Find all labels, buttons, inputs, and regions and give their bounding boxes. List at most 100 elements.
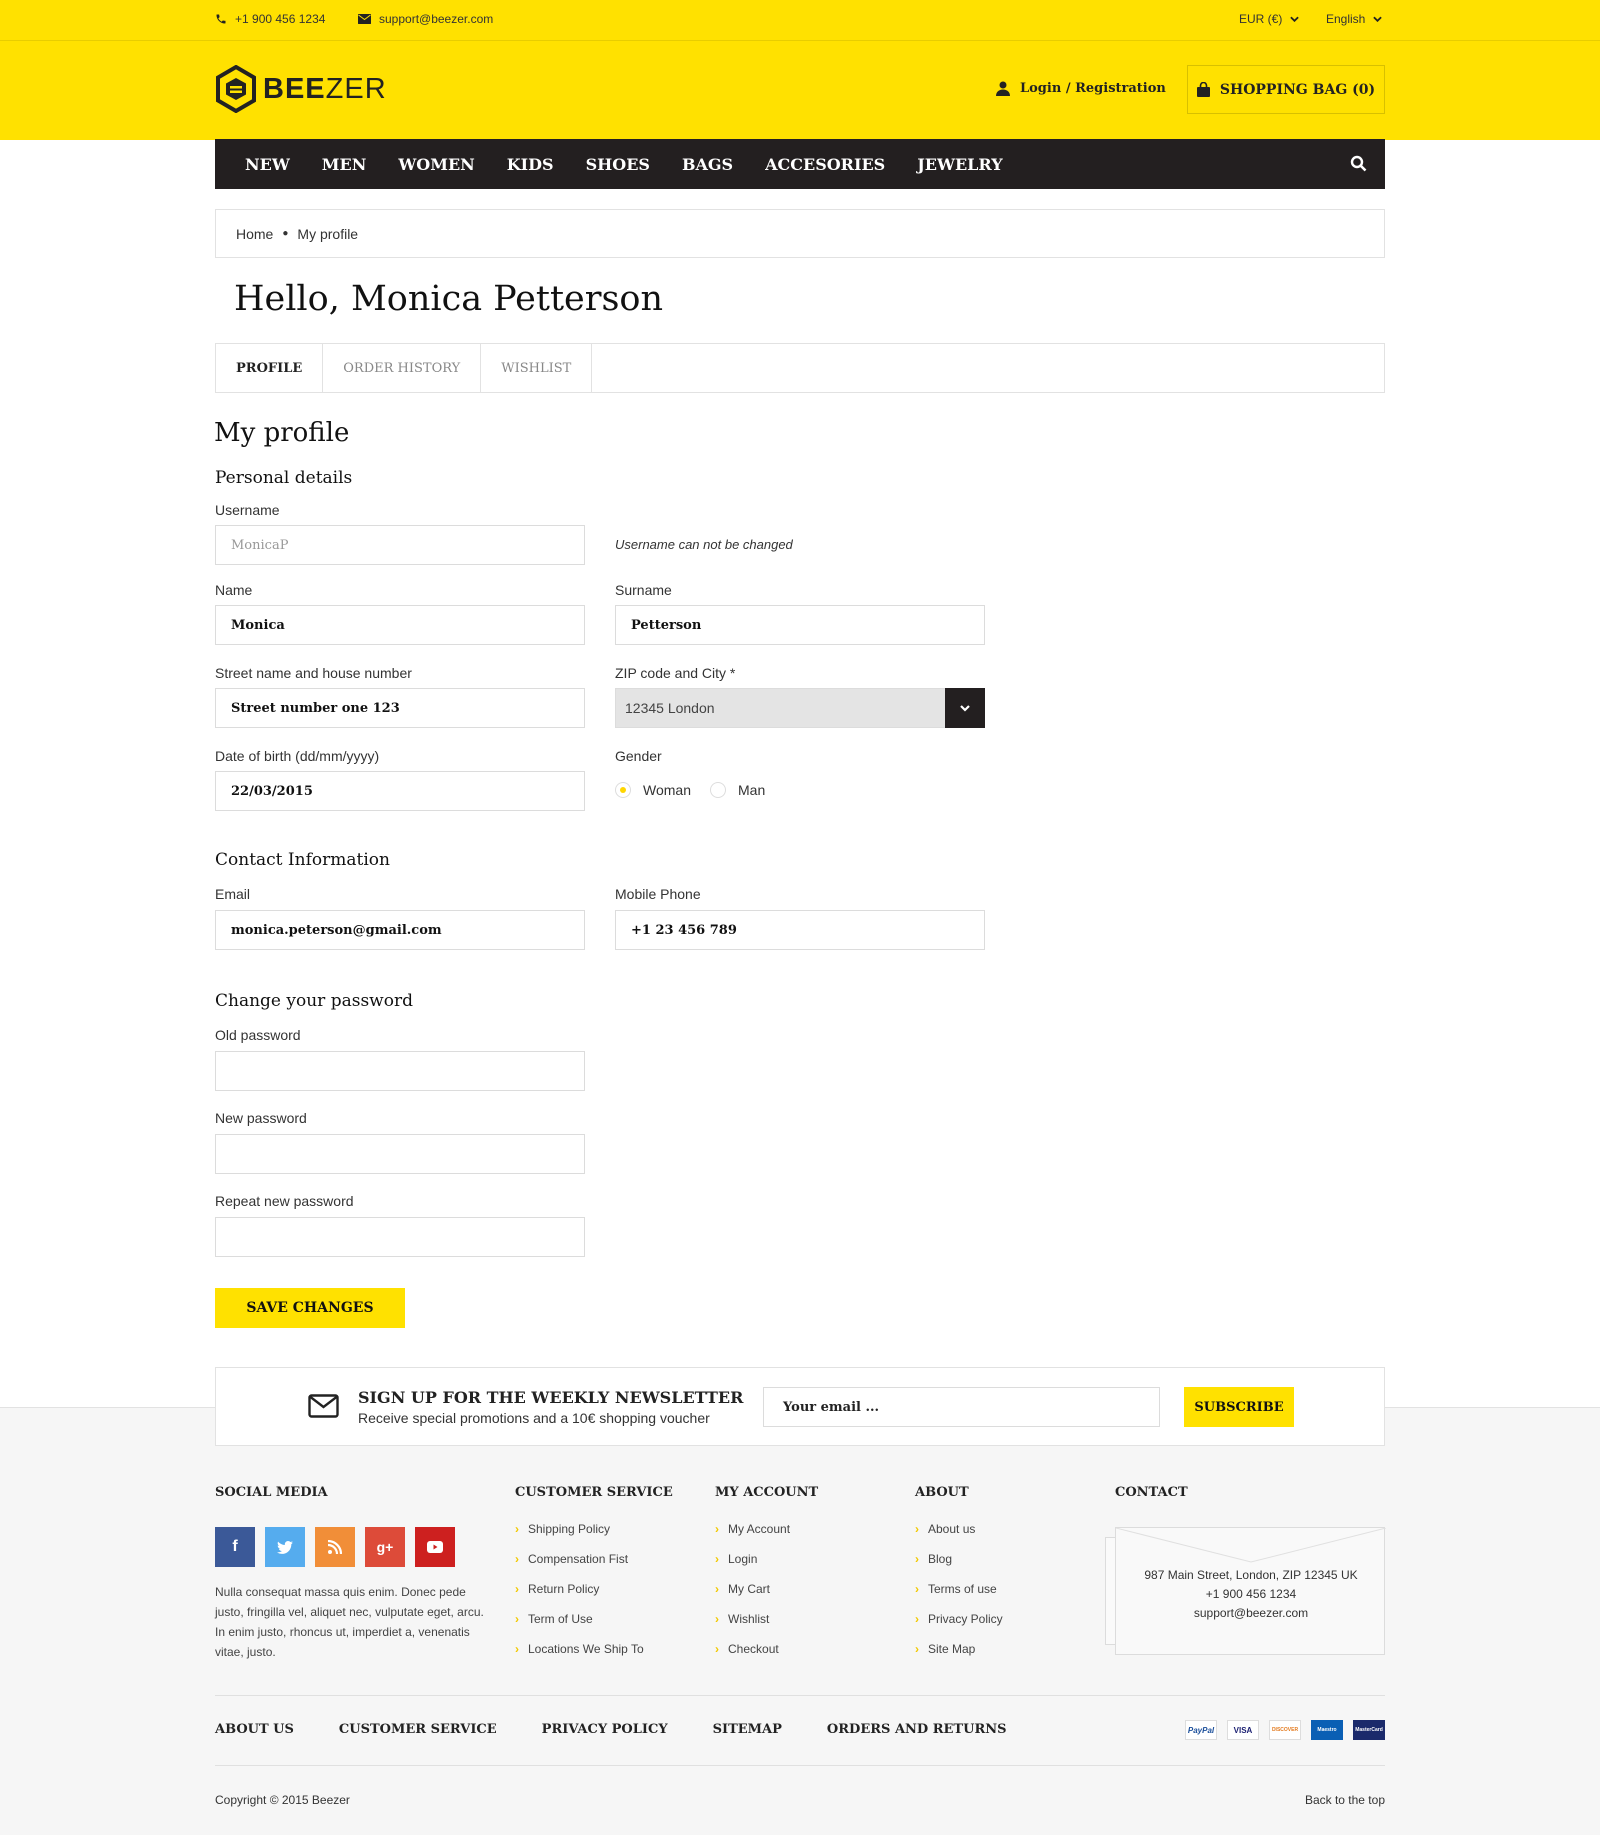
rss-icon[interactable] <box>315 1527 355 1567</box>
subscribe-button[interactable]: SUBSCRIBE <box>1184 1387 1294 1427</box>
name-field[interactable]: Monica <box>215 605 585 645</box>
nav-item-kids[interactable]: KIDS <box>507 155 554 174</box>
chevron-right-icon: › <box>915 1582 919 1596</box>
zip-label: ZIP code and City * <box>615 665 736 681</box>
language-value: English <box>1326 12 1366 26</box>
zip-city-select[interactable]: 12345 London <box>615 688 985 728</box>
visa-icon: VISA <box>1227 1720 1259 1740</box>
youtube-icon[interactable] <box>415 1527 455 1567</box>
list-item[interactable]: › Shipping Policy <box>515 1522 644 1552</box>
dob-field[interactable]: 22/03/2015 <box>215 771 585 811</box>
list-item[interactable]: › Compensation Fist <box>515 1552 644 1582</box>
footer-link: Compensation Fist <box>528 1552 629 1566</box>
chevron-right-icon: › <box>515 1552 519 1566</box>
radio-button[interactable] <box>710 782 726 798</box>
logo[interactable]: BEEZER <box>215 65 387 113</box>
street-label: Street name and house number <box>215 665 412 681</box>
topbar-phone[interactable]: +1 900 456 1234 <box>215 12 325 26</box>
nav-item-new[interactable]: NEW <box>245 155 290 174</box>
bottom-link-customer-service[interactable]: CUSTOMER SERVICE <box>339 1722 497 1737</box>
topbar-email[interactable]: support@beezer.com <box>358 12 493 26</box>
footer-link: Shipping Policy <box>528 1522 611 1536</box>
payment-label: DISCOVER <box>1271 1727 1299 1733</box>
tab-profile[interactable]: PROFILE <box>216 344 324 392</box>
mobile-field[interactable]: +1 23 456 789 <box>615 910 985 950</box>
nav-item-jewelry[interactable]: JEWELRY <box>917 155 1002 174</box>
list-item[interactable]: › Login <box>715 1552 790 1582</box>
nav-item-women[interactable]: WOMEN <box>398 155 474 174</box>
nav-item-accesories[interactable]: ACCESORIES <box>765 155 885 174</box>
currency-value: EUR (€) <box>1239 12 1283 26</box>
new-password-label: New password <box>215 1110 307 1126</box>
repeat-password-field[interactable] <box>215 1217 585 1257</box>
select-arrow[interactable] <box>945 688 985 728</box>
social-media-title: SOCIAL MEDIA <box>215 1485 328 1500</box>
gender-man-radio[interactable]: Man <box>710 782 765 798</box>
topbar-email-text: support@beezer.com <box>379 12 494 26</box>
bottom-link-orders-returns[interactable]: ORDERS AND RETURNS <box>827 1722 1007 1737</box>
list-item[interactable]: › My Cart <box>715 1582 790 1612</box>
gender-woman-radio[interactable]: Woman <box>615 782 691 798</box>
page-title: Hello, Monica Petterson <box>234 279 664 319</box>
header: BEEZER Login / Registration SHOPPING BAG… <box>0 41 1600 140</box>
footer-divider <box>215 1765 1385 1766</box>
newsletter-email-input[interactable]: Your email ... <box>763 1387 1160 1427</box>
repeat-password-label: Repeat new password <box>215 1193 354 1209</box>
footer-link: Wishlist <box>728 1612 770 1626</box>
nav-item-shoes[interactable]: SHOES <box>586 155 650 174</box>
shopping-bag-text: SHOPPING BAG (0) <box>1219 81 1376 98</box>
username-field[interactable]: MonicaP <box>215 525 585 565</box>
name-label: Name <box>215 582 253 598</box>
google-plus-icon[interactable]: g+ <box>365 1527 405 1567</box>
new-password-field[interactable] <box>215 1134 585 1174</box>
list-item[interactable]: › Checkout <box>715 1642 790 1672</box>
list-item[interactable]: › About us <box>915 1522 1003 1552</box>
bottom-link-about-us[interactable]: ABOUT US <box>215 1722 294 1737</box>
list-item[interactable]: › Blog <box>915 1552 1003 1582</box>
radio-button[interactable] <box>615 782 631 798</box>
list-item[interactable]: › Site Map <box>915 1642 1003 1672</box>
list-item[interactable]: › Terms of use <box>915 1582 1003 1612</box>
contact-title: CONTACT <box>1115 1485 1188 1500</box>
old-password-label: Old password <box>215 1027 301 1043</box>
my-account-list: › My Account › Login › My Cart › Wishlist › C… <box>715 1522 790 1672</box>
email-field[interactable]: monica.peterson@gmail.com <box>215 910 585 950</box>
list-item[interactable]: › Privacy Policy <box>915 1612 1003 1642</box>
personal-details-title: Personal details <box>215 468 353 488</box>
nav-item-men[interactable]: MEN <box>322 155 367 174</box>
newsletter-box: SIGN UP FOR THE WEEKLY NEWSLETTER Receiv… <box>215 1367 1385 1446</box>
bottom-link-sitemap[interactable]: SITEMAP <box>713 1722 782 1737</box>
list-item[interactable]: › Wishlist <box>715 1612 790 1642</box>
footer-link: Site Map <box>928 1642 976 1656</box>
back-to-top-link[interactable]: Back to the top <box>1305 1793 1385 1807</box>
twitter-icon[interactable] <box>265 1527 305 1567</box>
login-link[interactable]: Login / Registration <box>996 81 1166 96</box>
surname-field[interactable]: Petterson <box>615 605 985 645</box>
list-item[interactable]: › My Account <box>715 1522 790 1552</box>
save-changes-button[interactable]: SAVE CHANGES <box>215 1288 405 1328</box>
facebook-icon[interactable]: f <box>215 1527 255 1567</box>
chevron-right-icon: › <box>715 1552 719 1566</box>
profile-tabs: PROFILE ORDER HISTORY WISHLIST <box>215 343 1385 393</box>
shopping-bag-button[interactable]: SHOPPING BAG (0) <box>1187 65 1385 114</box>
list-item[interactable]: › Return Policy <box>515 1582 644 1612</box>
nav-item-bags[interactable]: BAGS <box>682 155 733 174</box>
phone-icon <box>216 14 226 24</box>
list-item[interactable]: › Locations We Ship To <box>515 1642 644 1672</box>
search-icon[interactable] <box>1350 155 1367 172</box>
payment-label: VISA <box>1233 1725 1253 1735</box>
user-icon <box>996 81 1010 96</box>
breadcrumb-home[interactable]: Home <box>236 226 273 242</box>
tab-order-history[interactable]: ORDER HISTORY <box>323 344 482 392</box>
breadcrumb-separator: ● <box>282 228 289 239</box>
list-item[interactable]: › Term of Use <box>515 1612 644 1642</box>
tab-wishlist[interactable]: WISHLIST <box>481 344 593 392</box>
maestro-icon: Maestro <box>1311 1720 1343 1740</box>
chevron-down-icon <box>960 704 970 712</box>
old-password-field[interactable] <box>215 1051 585 1091</box>
bottom-link-privacy-policy[interactable]: PRIVACY POLICY <box>542 1722 668 1737</box>
language-select[interactable]: English <box>1326 12 1383 26</box>
about-title: ABOUT <box>915 1485 969 1500</box>
currency-select[interactable]: EUR (€) <box>1239 12 1300 26</box>
street-field[interactable]: Street number one 123 <box>215 688 585 728</box>
